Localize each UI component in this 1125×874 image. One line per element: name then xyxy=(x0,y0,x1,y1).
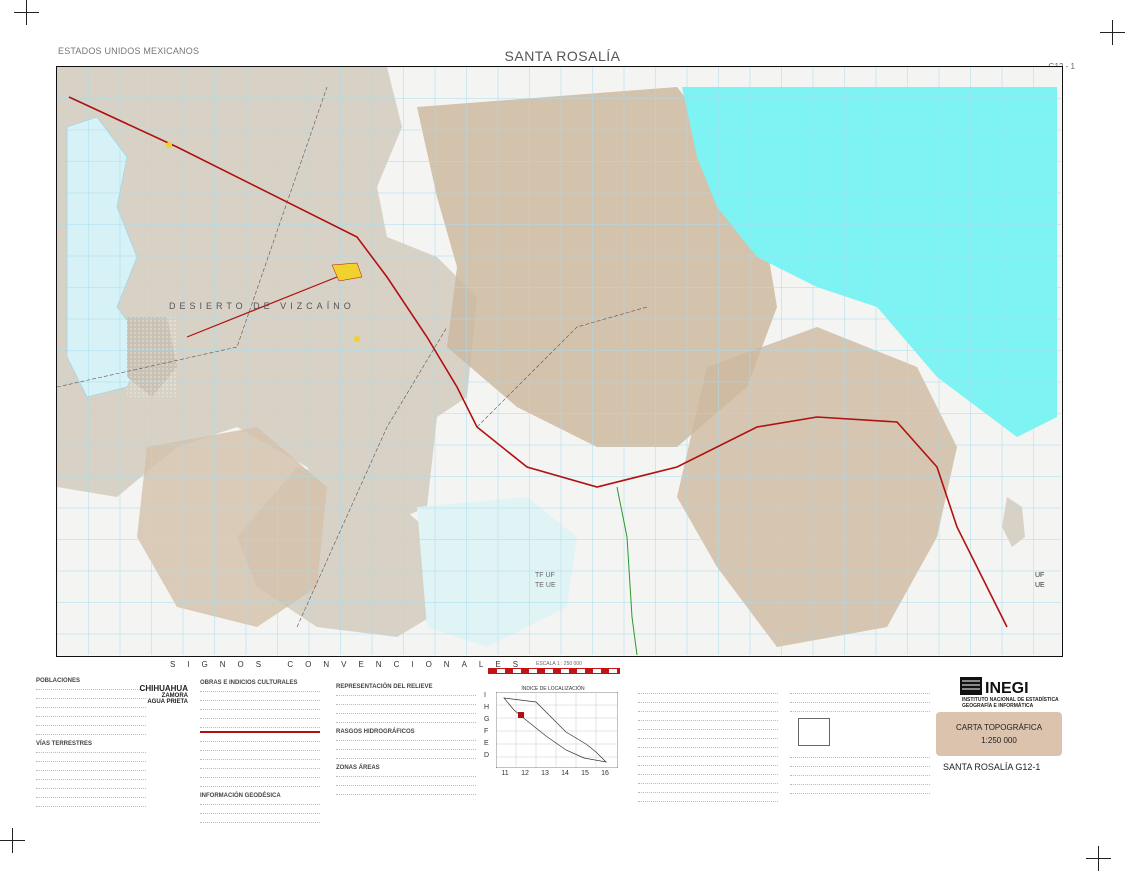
legend-poblaciones: POBLACIONES VÍAS TERRESTRES xyxy=(36,678,146,810)
product-box: CARTA TOPOGRÁFICA 1:250 000 xyxy=(936,712,1062,756)
topographic-map[interactable]: DESIERTO DE VIZCAÍNO TF UF TE UE UF UE xyxy=(56,66,1063,657)
location-col-labels: 11 12 13 14 15 16 xyxy=(501,770,609,777)
product-scale: 1:250 000 xyxy=(981,736,1017,745)
sample-town: CHIHUAHUA xyxy=(139,684,188,693)
town-marker xyxy=(354,336,360,342)
zone-label-2: TE UE xyxy=(535,582,556,589)
declination-diagram xyxy=(798,718,830,746)
scale-label: ESCALA 1 : 250 000 xyxy=(536,661,582,667)
legend-title: SIGNOS CONVENCIONALES xyxy=(170,660,531,669)
zone-label-1: TF UF xyxy=(535,572,555,579)
town-marker xyxy=(166,142,172,148)
sample-town: AGUA PRIETA xyxy=(147,699,188,705)
product-name: CARTA TOPOGRÁFICA xyxy=(955,723,1043,732)
location-row-labels: IHG FED xyxy=(484,692,490,759)
map-canvas: DESIERTO DE VIZCAÍNO TF UF TE UE UF UE xyxy=(57,67,1061,655)
zone-label-3: UF xyxy=(1035,572,1044,579)
svg-text:INEGI: INEGI xyxy=(985,680,1029,697)
inegi-logo: INEGI xyxy=(960,677,1029,697)
map-title: SANTA ROSALÍA xyxy=(504,48,621,64)
notes-block xyxy=(638,688,778,805)
location-highlight xyxy=(518,712,524,718)
region-label: DESIERTO DE VIZCAÍNO xyxy=(169,301,355,311)
location-index-map xyxy=(496,692,618,768)
sheet-name: SANTA ROSALÍA G12-1 xyxy=(943,762,1041,772)
legend-relieve: REPRESENTACIÓN DEL RELIEVE RASGOS HIDROG… xyxy=(336,684,476,798)
legend-obras: OBRAS E INDICIOS CULTURALES INFORMACIÓN … xyxy=(200,680,320,826)
publisher-full-name: INSTITUTO NACIONAL DE ESTADÍSTICA GEOGRA… xyxy=(962,697,1059,709)
zone-label-4: UE xyxy=(1035,582,1045,589)
legend-sample-towns: CHIHUAHUA ZAMORA AGUA PRIETA xyxy=(138,684,188,705)
scale-bar xyxy=(488,668,620,674)
declination-block xyxy=(790,688,930,797)
